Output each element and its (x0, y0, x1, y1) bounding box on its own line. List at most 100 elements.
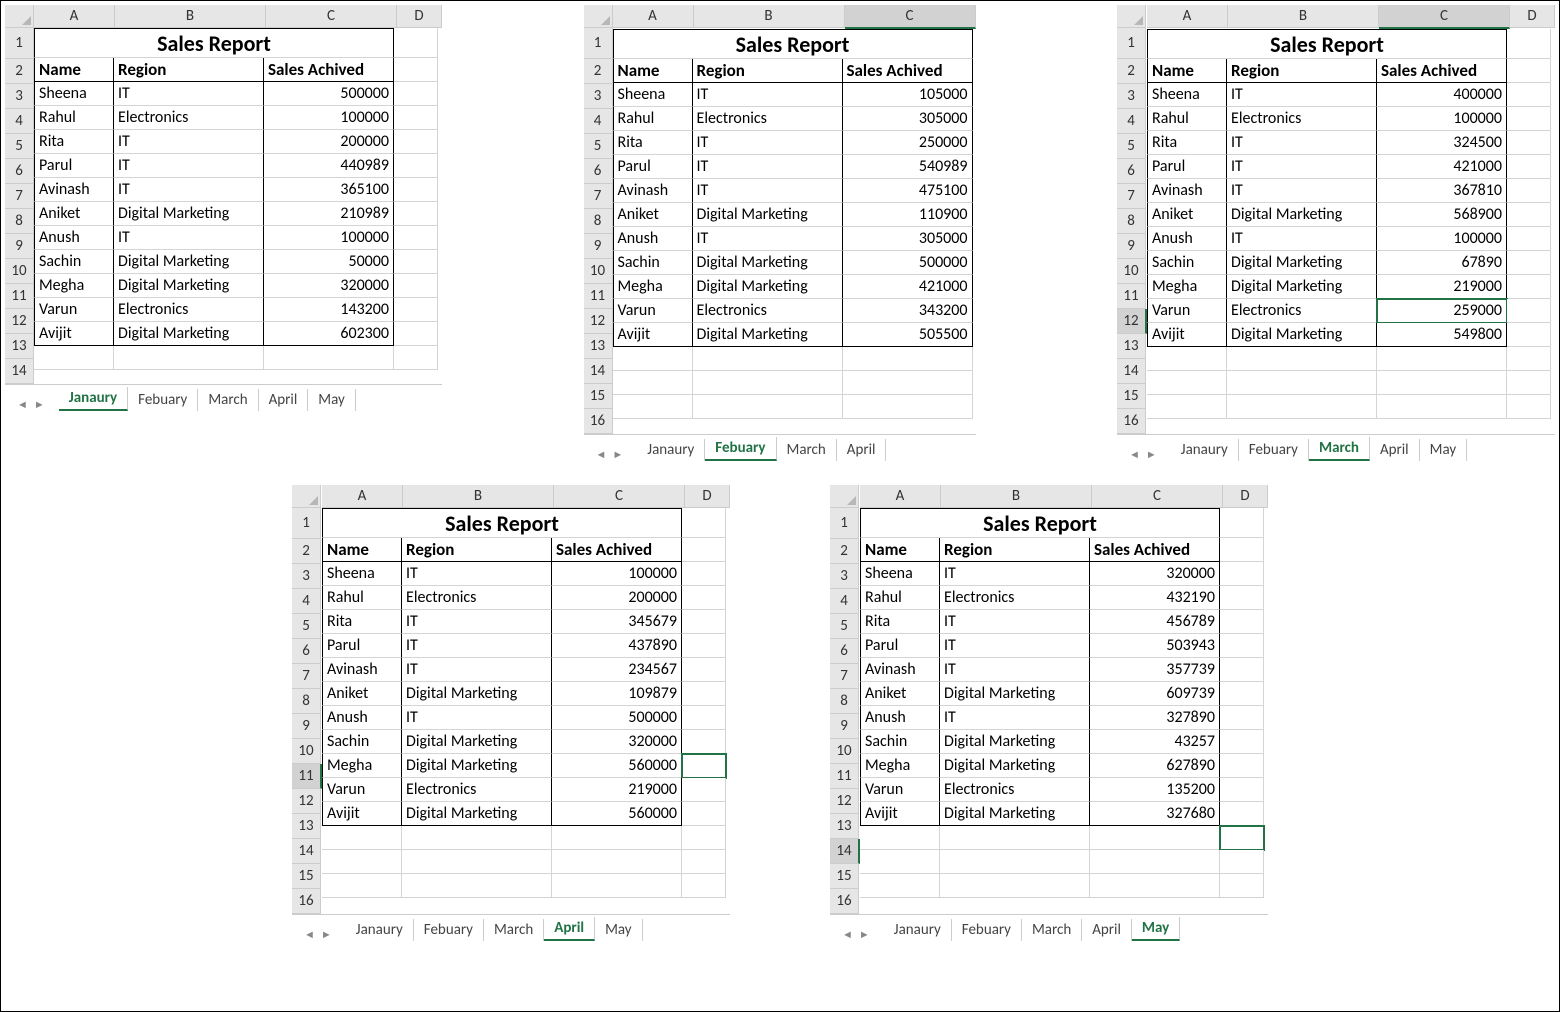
data-cell[interactable]: Sheena (613, 83, 693, 107)
sheet-tab-april[interactable]: April (1370, 439, 1420, 461)
cell-D11[interactable] (682, 754, 726, 778)
cell-D7[interactable] (394, 178, 438, 202)
data-cell[interactable]: Avijit (1147, 323, 1227, 347)
data-cell[interactable]: Digital Marketing (114, 202, 264, 226)
row-header-16[interactable]: 16 (292, 889, 321, 914)
col-header-C[interactable]: C (266, 5, 397, 28)
data-cell[interactable]: Digital Marketing (1227, 203, 1377, 227)
data-cell[interactable]: Avijit (613, 323, 693, 347)
cell-D5[interactable] (1507, 131, 1551, 155)
row-header-1[interactable]: 1 (830, 508, 859, 539)
empty-cell[interactable] (402, 850, 552, 874)
data-cell[interactable]: Anush (34, 226, 114, 250)
empty-cell[interactable] (1507, 395, 1551, 419)
data-cell[interactable]: Varun (860, 778, 940, 802)
tab-nav[interactable]: ◄► (304, 928, 332, 941)
data-cell[interactable]: Digital Marketing (693, 203, 843, 227)
data-cell[interactable]: 100000 (264, 106, 394, 130)
empty-cell[interactable] (394, 346, 438, 370)
data-cell[interactable]: Digital Marketing (402, 754, 552, 778)
data-cell[interactable]: 602300 (264, 322, 394, 346)
data-cell[interactable]: Electronics (402, 778, 552, 802)
row-header-9[interactable]: 9 (1117, 234, 1146, 259)
data-cell[interactable]: Rahul (34, 106, 114, 130)
data-cell[interactable]: 143200 (264, 298, 394, 322)
row-header-2[interactable]: 2 (1117, 59, 1146, 84)
tab-next-icon[interactable]: ► (1146, 448, 1157, 461)
row-header-5[interactable]: 5 (584, 134, 613, 159)
data-cell[interactable]: Parul (860, 634, 940, 658)
data-cell[interactable]: IT (402, 634, 552, 658)
data-cell[interactable]: Aniket (34, 202, 114, 226)
empty-cell[interactable] (940, 826, 1090, 850)
cell-D2[interactable] (1507, 59, 1551, 83)
row-header-15[interactable]: 15 (830, 864, 859, 889)
empty-cell[interactable] (322, 874, 402, 898)
row-header-1[interactable]: 1 (5, 28, 34, 59)
data-cell[interactable]: Varun (34, 298, 114, 322)
empty-cell[interactable] (682, 850, 726, 874)
data-cell[interactable]: Digital Marketing (402, 802, 552, 826)
empty-cell[interactable] (264, 346, 394, 370)
data-cell[interactable]: 305000 (843, 107, 973, 131)
data-cell[interactable]: Digital Marketing (114, 274, 264, 298)
cell-D7[interactable] (1220, 658, 1264, 682)
empty-cell[interactable] (1147, 371, 1227, 395)
cell-D2[interactable] (1220, 538, 1264, 562)
cell-D10[interactable] (1220, 730, 1264, 754)
empty-cell[interactable] (1147, 347, 1227, 371)
row-header-14[interactable]: 14 (1117, 359, 1146, 384)
data-cell[interactable]: Aniket (1147, 203, 1227, 227)
empty-cell[interactable] (1227, 395, 1377, 419)
empty-cell[interactable] (613, 371, 693, 395)
row-header-10[interactable]: 10 (1117, 259, 1146, 284)
data-cell[interactable]: 327680 (1090, 802, 1220, 826)
empty-cell[interactable] (1507, 371, 1551, 395)
data-cell[interactable]: 568900 (1377, 203, 1507, 227)
data-cell[interactable]: Digital Marketing (114, 322, 264, 346)
row-header-9[interactable]: 9 (292, 714, 321, 739)
row-header-13[interactable]: 13 (292, 814, 321, 839)
data-cell[interactable]: 50000 (264, 250, 394, 274)
title-cell[interactable]: Sales Report (613, 29, 973, 59)
data-cell[interactable]: Rahul (613, 107, 693, 131)
data-cell[interactable]: 475100 (843, 179, 973, 203)
data-cell[interactable]: 560000 (552, 754, 682, 778)
data-cell[interactable]: IT (114, 154, 264, 178)
data-cell[interactable]: Electronics (114, 298, 264, 322)
col-header-C[interactable]: C (845, 5, 976, 29)
row-header-6[interactable]: 6 (830, 639, 859, 664)
data-cell[interactable]: Electronics (693, 299, 843, 323)
data-cell[interactable]: Electronics (693, 107, 843, 131)
row-header-15[interactable]: 15 (292, 864, 321, 889)
data-cell[interactable]: IT (1227, 227, 1377, 251)
tab-next-icon[interactable]: ► (321, 928, 332, 941)
sheet-tab-febuary[interactable]: Febuary (705, 437, 776, 461)
row-header-13[interactable]: 13 (584, 334, 613, 359)
row-header-8[interactable]: 8 (1117, 209, 1146, 234)
empty-cell[interactable] (1220, 874, 1264, 898)
row-header-10[interactable]: 10 (584, 259, 613, 284)
data-cell[interactable]: Rahul (1147, 107, 1227, 131)
sheet-tab-janaury[interactable]: Janaury (1171, 439, 1239, 461)
data-cell[interactable]: Aniket (613, 203, 693, 227)
data-cell[interactable]: Electronics (402, 586, 552, 610)
row-header-16[interactable]: 16 (1117, 409, 1146, 434)
data-cell[interactable]: Sachin (322, 730, 402, 754)
row-header-3[interactable]: 3 (830, 564, 859, 589)
row-header-6[interactable]: 6 (584, 159, 613, 184)
data-cell[interactable]: 365100 (264, 178, 394, 202)
cell-D1[interactable] (1220, 508, 1264, 538)
row-header-12[interactable]: 12 (584, 309, 613, 334)
row-header-14[interactable]: 14 (292, 839, 321, 864)
cell-D8[interactable] (1507, 203, 1551, 227)
data-cell[interactable]: Digital Marketing (402, 730, 552, 754)
empty-cell[interactable] (613, 395, 693, 419)
cell-D1[interactable] (682, 508, 726, 538)
row-header-7[interactable]: 7 (584, 184, 613, 209)
empty-cell[interactable] (843, 395, 973, 419)
row-header-8[interactable]: 8 (5, 209, 34, 234)
empty-cell[interactable] (1090, 874, 1220, 898)
empty-cell[interactable] (940, 850, 1090, 874)
cell-D2[interactable] (394, 58, 438, 82)
